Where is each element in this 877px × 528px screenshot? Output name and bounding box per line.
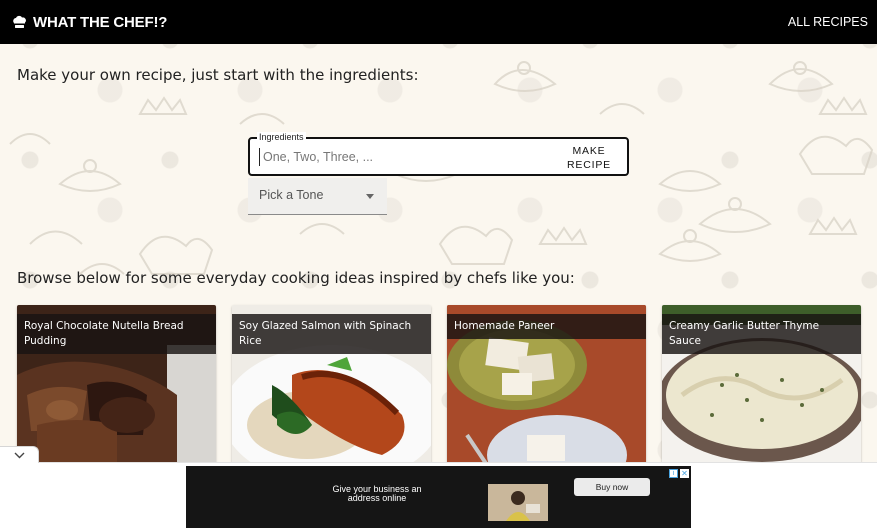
- all-recipes-link[interactable]: ALL RECIPES: [788, 15, 868, 29]
- ad-banner[interactable]: Give your business an address online Buy…: [186, 466, 691, 528]
- tone-select-placeholder: Pick a Tone: [259, 188, 324, 202]
- brand-name: WHAT THE CHEF!?: [33, 13, 168, 31]
- brand-logo[interactable]: WHAT THE CHEF!?: [11, 14, 167, 31]
- ad-info-icon[interactable]: i: [669, 469, 678, 478]
- chef-hat-icon: [13, 15, 26, 28]
- ad-buy-now-button[interactable]: Buy now: [574, 478, 650, 496]
- browse-text: Browse below for some everyday cooking i…: [17, 269, 575, 287]
- recipe-card[interactable]: Royal Chocolate Nutella Bread Pudding: [17, 305, 216, 465]
- ingredients-field: Ingredients MAKE RECIPE: [248, 132, 629, 176]
- ad-strip: Give your business an address online Buy…: [0, 462, 877, 528]
- intro-text: Make your own recipe, just start with th…: [17, 66, 419, 84]
- ad-image: [488, 484, 548, 521]
- page: WHAT THE CHEF!? ALL RECIPES Make your ow…: [0, 0, 877, 528]
- recipe-card-title: Soy Glazed Salmon with Spinach Rice: [232, 314, 431, 354]
- make-recipe-button[interactable]: MAKE RECIPE: [565, 144, 613, 172]
- tone-select[interactable]: Pick a Tone: [248, 178, 387, 215]
- recipe-card-title: Creamy Garlic Butter Thyme Sauce: [662, 314, 861, 354]
- close-icon[interactable]: ✕: [680, 469, 689, 478]
- chevron-down-icon: [14, 452, 24, 458]
- ad-headline: Give your business an address online: [332, 484, 422, 503]
- recipe-card-title: Homemade Paneer: [447, 314, 646, 339]
- ingredients-input[interactable]: [259, 148, 549, 166]
- recipe-card-title: Royal Chocolate Nutella Bread Pudding: [17, 314, 216, 354]
- recipe-card[interactable]: Soy Glazed Salmon with Spinach Rice: [232, 305, 431, 465]
- collapse-ad-button[interactable]: [0, 446, 39, 463]
- ingredients-label: Ingredients: [257, 132, 306, 143]
- top-navbar: WHAT THE CHEF!? ALL RECIPES: [0, 0, 877, 44]
- recipe-card[interactable]: Homemade Paneer: [447, 305, 646, 465]
- recipe-card[interactable]: Creamy Garlic Butter Thyme Sauce: [662, 305, 861, 465]
- caret-down-icon: [366, 194, 374, 199]
